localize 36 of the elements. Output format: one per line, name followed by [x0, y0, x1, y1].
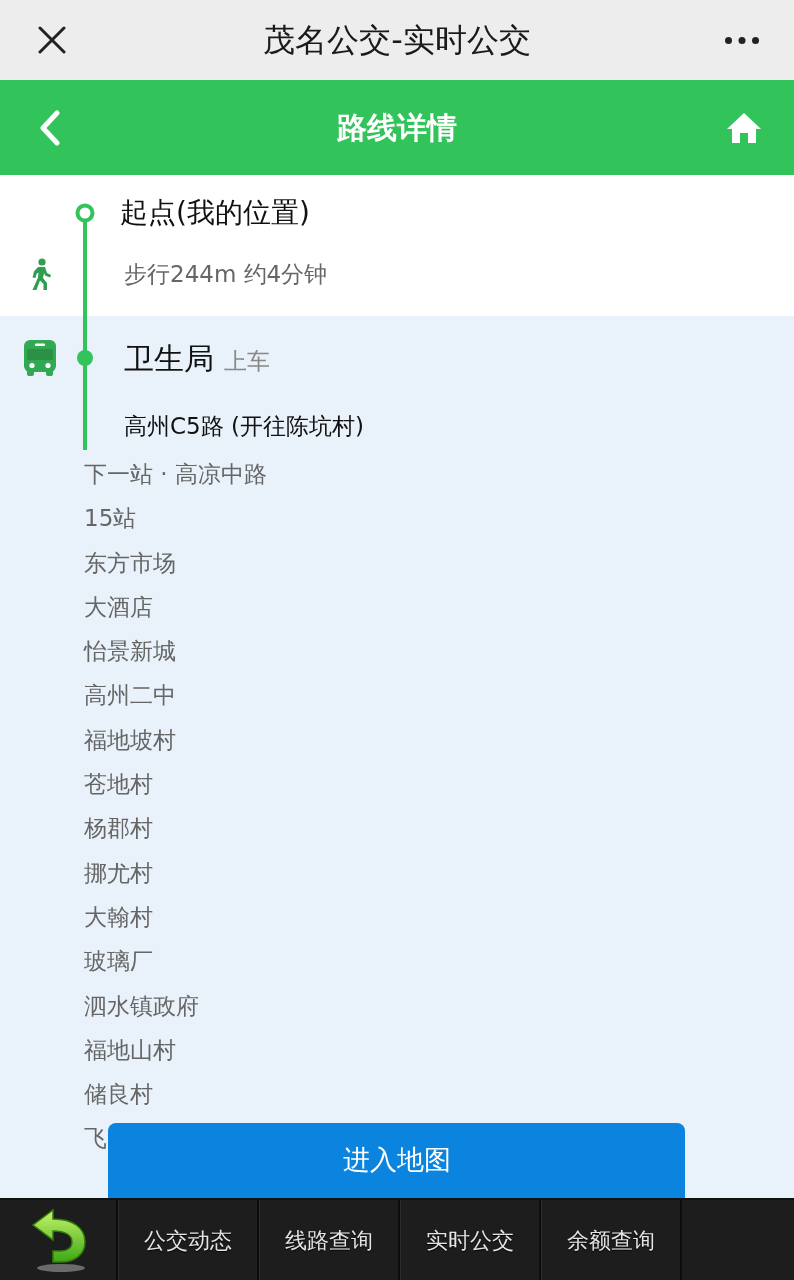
stop-dot-icon: [77, 350, 93, 366]
stop-item: 挪尤村: [84, 859, 153, 886]
stop-item: 苍地村: [84, 771, 153, 798]
window-title: 茂名公交-实时公交: [262, 20, 532, 60]
close-icon: [38, 26, 66, 54]
map-button[interactable]: 进入地图: [108, 1123, 685, 1198]
back-icon: [39, 109, 61, 146]
more-icon: [725, 36, 759, 44]
home-icon: [726, 111, 762, 144]
stop-item: 怡景新城: [84, 638, 176, 665]
stop-item: 大酒店: [84, 593, 153, 620]
stop-item: 15站: [84, 505, 137, 532]
bottom-tab[interactable]: 公交动态: [118, 1200, 259, 1280]
page-title: 路线详情: [336, 109, 458, 147]
bus-line-name: 高州C5路 (开往陈坑村): [123, 411, 364, 441]
start-point-icon: [75, 203, 95, 223]
stop-item: 高州二中: [84, 682, 176, 709]
stop-item: 玻璃厂: [84, 948, 153, 975]
stop-item: 杨郡村: [84, 815, 153, 842]
bus-icon: [24, 340, 56, 376]
curved-arrow-icon: [29, 1208, 87, 1272]
stop-item: 大翰村: [84, 903, 153, 930]
walk-info: 步行244m 约4分钟: [123, 259, 328, 289]
stop-item: 储良村: [84, 1081, 153, 1108]
start-label: 起点(我的位置): [119, 195, 310, 231]
stop-item: 福地山村: [84, 1036, 176, 1063]
bottom-tab[interactable]: 余额查询: [541, 1200, 682, 1280]
stop-item: 东方市场: [84, 549, 176, 576]
bottom-tab[interactable]: 线路查询: [259, 1200, 400, 1280]
stop-item: 泗水镇政府: [84, 992, 199, 1019]
board-label: 上车: [224, 346, 270, 376]
stop-item: 下一站 · 高凉中路: [84, 461, 267, 487]
stop-name: 卫生局: [124, 339, 214, 378]
stop-item: 福地坡村: [84, 726, 176, 753]
stop-item: 飞: [84, 1125, 107, 1152]
bottom-tab[interactable]: 实时公交: [400, 1200, 541, 1280]
